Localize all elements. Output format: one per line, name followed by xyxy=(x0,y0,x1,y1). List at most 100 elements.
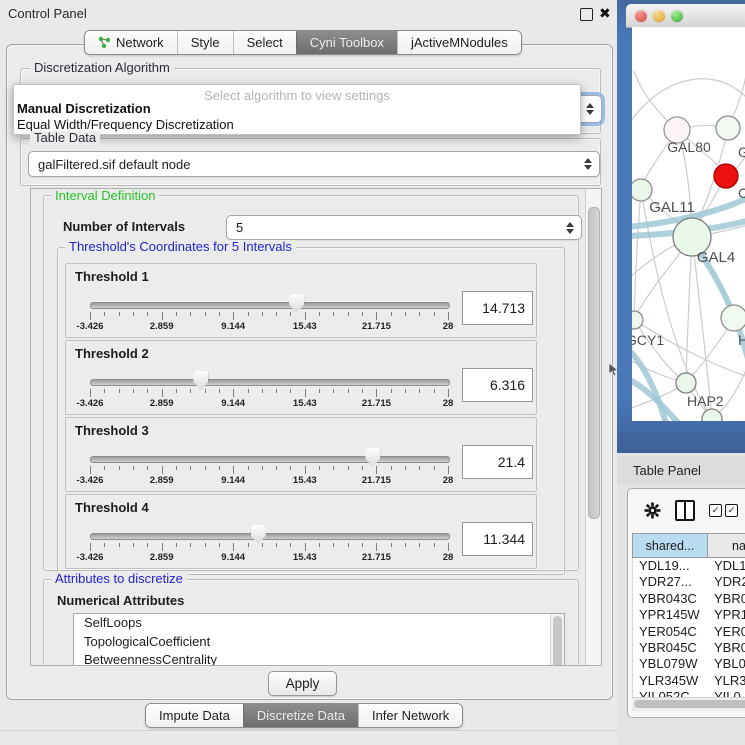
threshold-3-value[interactable]: 21.4 xyxy=(462,445,533,479)
tick-label: -3.426 xyxy=(77,398,104,409)
slider-tick-labels: -3.4262.8599.14415.4321.71528 xyxy=(90,475,448,487)
slider-tick-labels: -3.4262.8599.14415.4321.71528 xyxy=(90,552,448,564)
minimize-traffic-light[interactable] xyxy=(653,10,665,22)
table-row[interactable]: YBR045CYBR0 xyxy=(633,640,745,656)
tick-label: 9.144 xyxy=(221,475,245,486)
float-icon[interactable] xyxy=(580,8,593,21)
threshold-1-value[interactable]: 14.713 xyxy=(462,291,533,325)
network-node-label: H xyxy=(738,332,745,348)
network-node-GAL11[interactable] xyxy=(632,179,652,201)
scrollbar-thumb[interactable] xyxy=(588,207,600,519)
network-svg: GAL80GACGAL11GAL4GCY1HHAP2 xyxy=(632,27,745,421)
combo-arrows-icon xyxy=(584,158,592,170)
table-row[interactable]: YER054CYER0 xyxy=(633,624,745,640)
tick-label: -3.426 xyxy=(77,552,104,563)
number-of-intervals-combo[interactable]: 5 xyxy=(226,215,582,240)
slider-handle[interactable] xyxy=(193,371,208,390)
checkbox-icon[interactable]: ✓ xyxy=(709,504,722,517)
columns-icon[interactable] xyxy=(675,500,695,521)
tick-label: 2.859 xyxy=(150,398,174,409)
threshold-4-slider[interactable] xyxy=(90,533,450,540)
tab-infer-network[interactable]: Infer Network xyxy=(358,704,462,727)
cyni-bottom-tabs: Impute Data Discretize Data Infer Networ… xyxy=(145,703,463,728)
close-traffic-light[interactable] xyxy=(635,10,647,22)
tick-label: 21.715 xyxy=(362,398,391,409)
tick-label: 9.144 xyxy=(221,552,245,563)
column-header-name[interactable]: na xyxy=(708,533,745,558)
table-row[interactable]: YDL19...YDL1 xyxy=(633,558,745,574)
tick-label: 15.43 xyxy=(293,398,317,409)
right-panel-area: GAL80GACGAL11GAL4GCY1HHAP2 Table Panel xyxy=(617,0,745,745)
tick-label: 15.43 xyxy=(293,475,317,486)
tab-cyni-toolbox[interactable]: Cyni Toolbox xyxy=(296,31,397,54)
tick-label: 21.715 xyxy=(362,552,391,563)
slider-handle[interactable] xyxy=(289,294,304,313)
table-row[interactable]: YBL079WYBL0 xyxy=(633,656,745,672)
threshold-3-panel: Threshold 3 -3.4262.8599.14415.4321.7152… xyxy=(65,417,537,492)
zoom-traffic-light[interactable] xyxy=(671,10,683,22)
tick-label: 15.43 xyxy=(293,321,317,332)
tick-label: 28 xyxy=(443,321,454,332)
list-item[interactable]: BetweennessCentrality xyxy=(74,651,564,666)
combo-arrows-icon xyxy=(566,222,574,234)
number-of-intervals-label: Number of Intervals xyxy=(63,219,185,234)
table-panel-toolbar: ✓ ✓ xyxy=(628,495,745,525)
table-data-combo[interactable]: galFiltered.sif default node xyxy=(28,151,600,177)
tick-label: 2.859 xyxy=(150,321,174,332)
tab-impute-data[interactable]: Impute Data xyxy=(146,704,243,727)
network-window-titlebar[interactable] xyxy=(626,4,745,28)
table-data-title: Table Data xyxy=(30,131,100,145)
network-node-HAP2[interactable] xyxy=(676,373,696,393)
table-row[interactable]: YIL052CYIL0 xyxy=(633,689,745,697)
gear-icon[interactable] xyxy=(644,502,661,519)
tab-select[interactable]: Select xyxy=(233,31,296,54)
threshold-2-slider[interactable] xyxy=(90,379,450,386)
network-node-label: GA xyxy=(738,144,745,160)
table-rows: YDL19...YDL1YDR27...YDR2YBR043CYBR0YPR14… xyxy=(632,558,745,697)
list-item[interactable]: SelfLoops xyxy=(74,614,564,633)
network-canvas[interactable]: GAL80GACGAL11GAL4GCY1HHAP2 xyxy=(632,27,745,421)
table-row[interactable]: YDR27...YDR2 xyxy=(633,574,745,590)
algorithm-dropdown-popup: Select algorithm to view settings Manual… xyxy=(13,84,581,135)
slider-tick-labels: -3.4262.8599.14415.4321.71528 xyxy=(90,321,448,333)
close-icon[interactable]: ✖ xyxy=(599,5,611,22)
column-header-shared-name[interactable]: shared... xyxy=(632,533,708,558)
slider-ticks xyxy=(90,312,448,320)
scrollbar-thumb[interactable] xyxy=(634,700,745,708)
slider-handle[interactable] xyxy=(251,525,266,544)
network-node-node-H[interactable] xyxy=(721,305,745,331)
tick-label: -3.426 xyxy=(77,321,104,332)
table-row[interactable]: YPR145WYPR1 xyxy=(633,607,745,623)
tab-network[interactable]: Network xyxy=(85,31,177,54)
numerical-attributes-list[interactable]: SelfLoopsTopologicalCoefficientBetweenne… xyxy=(73,613,565,666)
threshold-4-label: Threshold 4 xyxy=(75,500,149,515)
dropdown-item-manual-discretization[interactable]: Manual Discretization xyxy=(17,101,151,116)
list-items: SelfLoopsTopologicalCoefficientBetweenne… xyxy=(74,614,564,666)
network-node-node-top-right[interactable] xyxy=(716,116,740,140)
interval-definition-title: Interval Definition xyxy=(51,189,159,203)
checkbox-icon[interactable]: ✓ xyxy=(725,504,738,517)
threshold-2-value[interactable]: 6.316 xyxy=(462,368,533,402)
threshold-3-slider[interactable] xyxy=(90,456,450,463)
threshold-4-value[interactable]: 11.344 xyxy=(462,522,533,556)
slider-handle[interactable] xyxy=(365,448,380,467)
tab-discretize-data[interactable]: Discretize Data xyxy=(243,704,358,727)
settings-scrollbar[interactable] xyxy=(585,189,601,665)
table-panel: ✓ ✓ shared... na YDL19...YDL1YDR27...YDR… xyxy=(627,488,745,718)
threshold-4-panel: Threshold 4 -3.4262.8599.14415.4321.7152… xyxy=(65,494,537,569)
network-node-node-red[interactable] xyxy=(714,164,738,188)
tick-label: 9.144 xyxy=(221,321,245,332)
list-item[interactable]: TopologicalCoefficient xyxy=(74,633,564,652)
table-row[interactable]: YBR043CYBR0 xyxy=(633,591,745,607)
list-scrollbar[interactable] xyxy=(550,614,564,666)
network-icon xyxy=(98,36,111,49)
discretization-algorithm-title: Discretization Algorithm xyxy=(30,61,174,75)
apply-button[interactable]: Apply xyxy=(268,671,337,696)
network-node-GCY1[interactable] xyxy=(632,311,643,329)
table-horizontal-scrollbar[interactable] xyxy=(632,697,745,711)
numerical-attributes-label: Numerical Attributes xyxy=(57,593,184,608)
table-row[interactable]: YLR345WYLR3 xyxy=(633,673,745,689)
tab-jactivemnodules[interactable]: jActiveMNodules xyxy=(397,31,521,54)
tab-style[interactable]: Style xyxy=(177,31,233,54)
threshold-1-slider[interactable] xyxy=(90,302,450,309)
